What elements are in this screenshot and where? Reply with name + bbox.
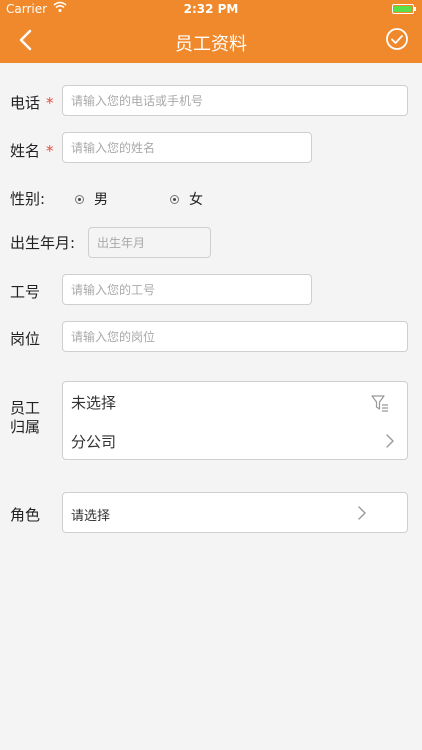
chevron-right-icon — [386, 434, 394, 448]
gender-female-radio[interactable]: 女 — [170, 189, 203, 209]
role-label: 角色 — [10, 506, 41, 524]
name-placeholder: 请输入您的姓名 — [71, 141, 156, 155]
affiliation-unselected[interactable]: 未选择 — [71, 392, 116, 413]
gender-male-radio[interactable]: 男 — [75, 189, 108, 209]
required-mark: * — [46, 94, 54, 112]
status-bar: Carrier 2:32 PM — [0, 0, 422, 18]
page-title: 员工资料 — [175, 34, 247, 55]
employee-id-placeholder: 请输入您的工号 — [71, 283, 156, 297]
affiliation-label: 员工 归属 — [10, 399, 41, 436]
role-select[interactable]: 请选择 — [62, 492, 408, 533]
form-page: 电话 * 请输入您的电话或手机号 姓名 * 请输入您的姓名 性别: 男 女 出生年月… — [0, 63, 422, 750]
nav-bar: 员工资料 — [0, 18, 422, 63]
gender-label: 性别: — [10, 190, 46, 208]
phone-placeholder: 请输入您的电话或手机号 — [71, 94, 204, 108]
status-time: 2:32 PM — [183, 2, 239, 16]
confirm-button[interactable] — [384, 26, 410, 52]
phone-label: 电话 * — [10, 94, 54, 112]
check-circle-icon — [386, 28, 408, 50]
name-label: 姓名 * — [10, 142, 54, 160]
chevron-right-icon — [358, 506, 366, 520]
required-mark: * — [46, 142, 54, 160]
phone-input[interactable]: 请输入您的电话或手机号 — [62, 85, 408, 116]
birth-label: 出生年月: — [10, 234, 76, 252]
radio-icon — [170, 194, 179, 204]
employee-id-input[interactable]: 请输入您的工号 — [62, 274, 312, 305]
name-input[interactable]: 请输入您的姓名 — [62, 132, 312, 163]
affiliation-box: 未选择 分公司 — [62, 381, 408, 460]
position-input[interactable]: 请输入您的岗位 — [62, 321, 408, 352]
radio-icon — [75, 194, 84, 204]
birth-date-picker[interactable]: 出生年月 — [88, 227, 211, 258]
position-placeholder: 请输入您的岗位 — [71, 330, 156, 344]
affiliation-branch[interactable]: 分公司 — [71, 431, 116, 452]
employee-id-label: 工号 — [10, 283, 41, 301]
gender-male-label: 男 — [94, 192, 108, 208]
gender-female-label: 女 — [189, 192, 203, 208]
role-value: 请选择 — [71, 509, 111, 524]
filter-icon[interactable] — [371, 394, 389, 414]
position-label: 岗位 — [10, 330, 41, 348]
battery-icon — [392, 4, 416, 14]
birth-placeholder: 出生年月 — [97, 236, 146, 250]
